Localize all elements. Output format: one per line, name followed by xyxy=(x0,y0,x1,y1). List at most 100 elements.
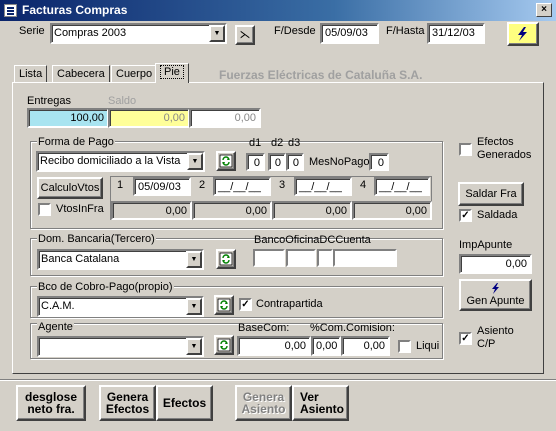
desglose-button[interactable]: desglose neto fra. xyxy=(16,385,86,421)
refresh-icon xyxy=(219,252,233,266)
vto-3-date[interactable]: __/__/__ xyxy=(294,177,352,196)
pct-comision-input[interactable]: 0,00 xyxy=(311,336,341,356)
contrapartida-checkbox[interactable]: ✓ xyxy=(239,298,252,311)
gen-apunte-button[interactable]: Gen Apunte xyxy=(459,279,532,311)
asiento-label: Asiento xyxy=(477,325,514,337)
entregas-input[interactable]: 100,00 xyxy=(27,108,109,128)
cp-label: C/P xyxy=(477,338,496,350)
d3-label: d3 xyxy=(288,137,301,149)
refresh-icon xyxy=(217,298,231,312)
ver-asiento-button[interactable]: Ver Asiento xyxy=(292,385,349,421)
dropdown-arrow-icon[interactable]: ▼ xyxy=(186,251,202,268)
vto-2-number: 2 xyxy=(199,179,206,191)
comision-label: %Com.Comision: xyxy=(310,322,395,334)
saldo-label: Saldo xyxy=(108,95,137,107)
dropdown-arrow-icon[interactable]: ▼ xyxy=(186,298,202,315)
d1-input[interactable]: 0 xyxy=(246,153,265,171)
saldo-field: 0,00 xyxy=(108,108,190,128)
genera-asiento-button[interactable]: Genera Asiento xyxy=(235,385,292,421)
tab-lista[interactable]: Lista xyxy=(14,65,48,83)
forma-pago-label: Forma de Pago xyxy=(37,136,115,148)
d2-input[interactable]: 0 xyxy=(268,153,286,171)
vtosinfra-checkbox[interactable] xyxy=(38,203,51,216)
genera-efectos-button[interactable]: Genera Efectos xyxy=(99,385,156,421)
liqui-checkbox[interactable] xyxy=(398,340,411,353)
saldar-fra-button[interactable]: Saldar Fra xyxy=(458,182,524,206)
serie-value: Compras 2003 xyxy=(54,27,127,39)
dom-bancaria-value: Banca Catalana xyxy=(41,253,120,265)
impapunte-label: ImpApunte xyxy=(459,239,513,251)
vto-3-amount: 0,00 xyxy=(272,201,352,220)
cuenta-input[interactable] xyxy=(333,249,397,267)
clear-serie-button[interactable]: ⋋ xyxy=(235,25,255,45)
saldada-checkbox[interactable]: ✓ xyxy=(459,209,472,222)
basecom-input[interactable]: 0,00 xyxy=(237,336,311,356)
vto-4-date[interactable]: __/__/__ xyxy=(374,177,430,196)
asiento-cp-checkbox[interactable]: ✓ xyxy=(459,332,472,345)
genera-asiento-line2: Asiento xyxy=(241,402,286,416)
vto-2-date[interactable]: __/__/__ xyxy=(213,177,271,196)
fdesde-input[interactable]: 05/09/03 xyxy=(320,23,379,44)
agente-refresh-button[interactable] xyxy=(214,335,234,355)
app-icon xyxy=(4,4,17,17)
vto-1-date[interactable]: 05/09/03 xyxy=(133,177,191,196)
banco-input[interactable] xyxy=(253,249,285,267)
lightning-icon xyxy=(491,283,499,294)
ver-asiento-line2: Asiento xyxy=(300,402,345,416)
close-button[interactable]: × xyxy=(536,3,552,17)
genera-efectos-line2: Efectos xyxy=(105,402,150,416)
bco-cobro-value: C.A.M. xyxy=(41,300,75,312)
efectos-button[interactable]: Efectos xyxy=(156,385,213,421)
dc-input[interactable] xyxy=(317,249,333,267)
dropdown-arrow-icon[interactable]: ▼ xyxy=(186,338,202,355)
mesnopago-label: MesNoPago xyxy=(309,156,370,168)
dom-bancaria-combo[interactable]: Banca Catalana ▼ xyxy=(37,249,204,270)
title-bar: Facturas Compras × xyxy=(0,0,556,21)
tab-cabecera[interactable]: Cabecera xyxy=(52,65,110,83)
comision-input[interactable]: 0,00 xyxy=(341,336,390,356)
contrapartida-label: Contrapartida xyxy=(256,298,323,310)
vto-4-amount: 0,00 xyxy=(352,201,432,220)
tab-pie[interactable]: Pie xyxy=(155,63,189,83)
generados-label: Generados xyxy=(477,149,532,161)
calculo-vtos-button[interactable]: CalculoVtos xyxy=(37,177,103,199)
tab-cuerpo[interactable]: Cuerpo xyxy=(111,65,158,83)
dropdown-arrow-icon[interactable]: ▼ xyxy=(209,25,225,42)
vto-2-amount: 0,00 xyxy=(192,201,272,220)
saldada-label: Saldada xyxy=(477,209,518,221)
forma-pago-value: Recibo domiciliado a la Vista xyxy=(40,155,181,167)
entregas-label: Entregas xyxy=(27,95,72,107)
fhasta-label: F/Hasta xyxy=(386,25,425,37)
window-title: Facturas Compras xyxy=(22,3,128,17)
bco-cobro-label: Bco de Cobro-Pago(propio) xyxy=(37,281,174,293)
forma-pago-combo[interactable]: Recibo domiciliado a la Vista ▼ xyxy=(36,151,205,172)
d2-label: d2 xyxy=(271,137,284,149)
clear-icon: ⋋ xyxy=(239,29,251,41)
agente-combo[interactable]: ▼ xyxy=(37,336,204,357)
company-name: Fuerzas Eléctricas de Cataluña S.A. xyxy=(219,68,423,82)
oficina-input[interactable] xyxy=(286,249,316,267)
dropdown-arrow-icon[interactable]: ▼ xyxy=(187,153,203,170)
desglose-line2: neto fra. xyxy=(27,402,75,416)
vtosinfra-label: VtosInFra xyxy=(56,203,104,215)
basecom-label: BaseCom: xyxy=(238,322,290,334)
vto-3-number: 3 xyxy=(279,179,286,191)
d1-label: d1 xyxy=(249,137,262,149)
tab-pie-label: Pie xyxy=(160,65,184,79)
dom-bancaria-label: Dom. Bancaria(Tercero) xyxy=(37,233,156,245)
d3-input[interactable]: 0 xyxy=(286,153,304,171)
mesnopago-input[interactable]: 0 xyxy=(369,153,389,171)
dom-bancaria-refresh-button[interactable] xyxy=(216,249,236,269)
impapunte-input[interactable]: 0,00 xyxy=(459,254,532,274)
forma-pago-refresh-button[interactable] xyxy=(216,151,236,171)
bco-cobro-combo[interactable]: C.A.M. ▼ xyxy=(37,296,204,317)
vto-1-number: 1 xyxy=(117,179,124,191)
serie-combo[interactable]: Compras 2003 ▼ xyxy=(50,23,227,44)
bco-cobro-refresh-button[interactable] xyxy=(214,295,234,315)
efectos-generados-checkbox[interactable] xyxy=(459,143,472,156)
refresh-icon xyxy=(217,338,231,352)
fhasta-input[interactable]: 31/12/03 xyxy=(427,23,485,44)
lightning-icon xyxy=(518,27,527,41)
vto-1-amount: 0,00 xyxy=(111,201,192,220)
filter-button[interactable] xyxy=(507,22,539,46)
